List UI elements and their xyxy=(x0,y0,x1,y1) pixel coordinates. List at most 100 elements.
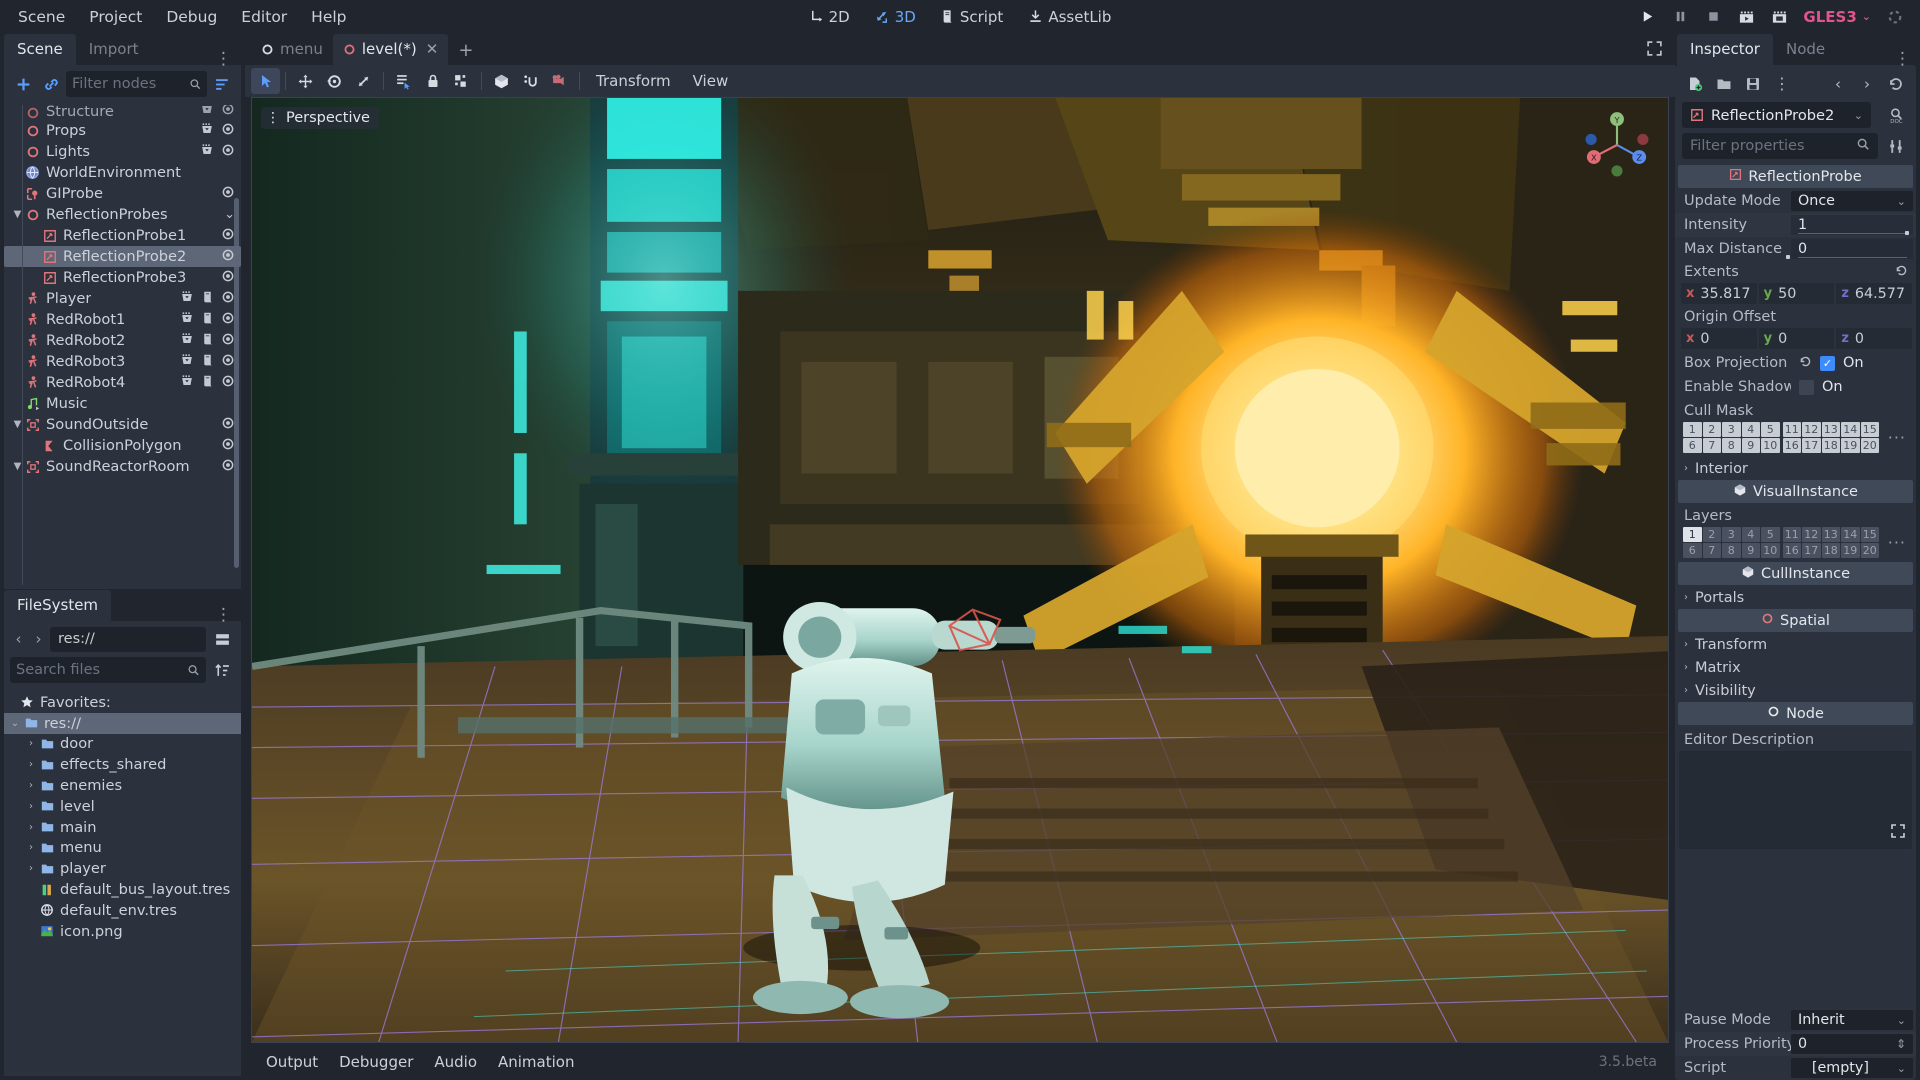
tab-scene[interactable]: Scene xyxy=(4,34,76,65)
mask-cell-20[interactable]: 20 xyxy=(1860,543,1879,558)
tree-options-button[interactable] xyxy=(209,71,235,97)
filesystem-item[interactable]: › level xyxy=(4,796,241,817)
filesystem-item[interactable]: › main xyxy=(4,817,241,838)
group-button[interactable] xyxy=(200,105,214,120)
vector-z-field[interactable]: z 64.577 xyxy=(1836,283,1913,304)
inspector-back-button[interactable]: ‹ xyxy=(1825,71,1851,96)
bottom-tab-animation[interactable]: Animation xyxy=(489,1048,583,1076)
filesystem-item[interactable]: default_env.tres xyxy=(4,900,241,921)
filesystem-tree[interactable]: Favorites: ⌄ res:// › door › effects_shared › en… xyxy=(4,689,241,1076)
vector-y-field[interactable]: y 50 xyxy=(1758,283,1835,304)
slider-track[interactable] xyxy=(1798,232,1907,234)
group-button[interactable] xyxy=(180,290,194,308)
mask-overflow-button[interactable]: ··· xyxy=(1888,533,1912,552)
filesystem-dock-menu-button[interactable]: ⋮ xyxy=(215,607,241,624)
scene-tree-item[interactable]: RedRobot4 xyxy=(4,372,241,393)
filesystem-item[interactable]: › door xyxy=(4,734,241,755)
mask-cell-14[interactable]: 14 xyxy=(1841,527,1860,542)
mask-cell-14[interactable]: 14 xyxy=(1841,422,1860,437)
visibility-toggle-button[interactable] xyxy=(221,143,235,161)
mask-cell-13[interactable]: 13 xyxy=(1821,422,1840,437)
mask-cell-20[interactable]: 20 xyxy=(1860,438,1879,453)
tab-filesystem[interactable]: FileSystem xyxy=(4,590,112,621)
group-button[interactable] xyxy=(447,68,476,94)
move-mode-button[interactable] xyxy=(291,68,320,94)
new-resource-button[interactable] xyxy=(1682,71,1708,96)
expand-arrow-icon[interactable]: › xyxy=(24,822,38,833)
expand-arrow-icon[interactable]: › xyxy=(24,863,38,874)
visibility-toggle-button[interactable] xyxy=(221,458,235,476)
mask-cell-17[interactable]: 17 xyxy=(1802,543,1821,558)
pause-button[interactable] xyxy=(1665,4,1695,30)
scene-tree-item[interactable]: GIProbe xyxy=(4,183,241,204)
mask-cell-17[interactable]: 17 xyxy=(1802,438,1821,453)
property-expandable-row[interactable]: › Matrix xyxy=(1675,656,1916,679)
fs-sort-button[interactable] xyxy=(209,657,235,683)
play-custom-scene-button[interactable] xyxy=(1764,4,1794,30)
menu-debug[interactable]: Debug xyxy=(154,4,229,30)
mask-cell-7[interactable]: 7 xyxy=(1702,543,1721,558)
slider-knob[interactable] xyxy=(1904,231,1909,235)
mask-cell-9[interactable]: 9 xyxy=(1741,438,1760,453)
scene-tree-item[interactable]: ReflectionProbe1 xyxy=(4,225,241,246)
filesystem-item[interactable]: › effects_shared xyxy=(4,754,241,775)
mask-cell-5[interactable]: 5 xyxy=(1761,527,1780,542)
transform-menu-button[interactable]: Transform xyxy=(585,69,682,93)
use-local-space-button[interactable] xyxy=(487,68,516,94)
inspector-selected-node[interactable]: ReflectionProbe2 ⌄ xyxy=(1682,102,1871,128)
expand-arrow-icon[interactable]: › xyxy=(24,780,38,791)
property-value-dropdown[interactable]: [empty] ⌄ xyxy=(1791,1058,1913,1078)
filter-nodes-input[interactable] xyxy=(72,76,185,92)
inspector-properties[interactable]: ReflectionProbe Update Mode Once ⌄ Intensity… xyxy=(1675,165,1916,1004)
scene-filter-box[interactable] xyxy=(66,71,207,97)
inspector-forward-button[interactable]: › xyxy=(1854,71,1880,96)
scene-tree-item[interactable]: ▼ SoundReactorRoom xyxy=(4,456,241,477)
property-value-slider[interactable]: 1 xyxy=(1791,215,1913,235)
mask-cell-12[interactable]: 12 xyxy=(1802,422,1821,437)
fs-split-toggle-button[interactable] xyxy=(209,626,235,652)
mode-assetlib-button[interactable]: AssetLib xyxy=(1019,5,1120,29)
expand-arrow-icon[interactable]: › xyxy=(24,801,38,812)
mask-cell-7[interactable]: 7 xyxy=(1702,438,1721,453)
mask-cell-2[interactable]: 2 xyxy=(1702,527,1721,542)
viewport-perspective-label[interactable]: ⋮ Perspective xyxy=(261,107,379,129)
expand-arrow-icon[interactable]: ⌄ xyxy=(8,718,22,729)
property-value-spin[interactable]: 0 ⇕ xyxy=(1791,1034,1913,1054)
mask-cell-6[interactable]: 6 xyxy=(1683,543,1702,558)
mode-2d-button[interactable]: 2D xyxy=(800,5,859,29)
add-scene-tab-button[interactable]: + xyxy=(448,36,483,65)
menu-help[interactable]: Help xyxy=(299,4,358,30)
checkbox[interactable] xyxy=(1820,355,1835,371)
scene-tree-item[interactable]: ReflectionProbe2 xyxy=(4,246,241,267)
property-expandable-row[interactable]: › Transform xyxy=(1675,633,1916,656)
group-button[interactable] xyxy=(180,332,194,350)
group-button[interactable] xyxy=(200,122,214,140)
property-expandable-row[interactable]: › Interior xyxy=(1675,457,1916,480)
open-docs-button[interactable]: DOC xyxy=(1883,103,1909,128)
group-button[interactable] xyxy=(180,353,194,371)
search-files-input[interactable] xyxy=(16,662,184,678)
vector-x-field[interactable]: x0 xyxy=(1681,328,1757,349)
distraction-free-button[interactable] xyxy=(1634,36,1675,65)
script-button[interactable] xyxy=(201,332,214,350)
camera-preview-button[interactable] xyxy=(545,68,574,94)
mask-cell-18[interactable]: 18 xyxy=(1821,438,1840,453)
list-select-button[interactable] xyxy=(389,68,418,94)
group-button[interactable] xyxy=(180,374,194,392)
expand-arrow-icon[interactable]: › xyxy=(24,759,38,770)
description-textarea[interactable] xyxy=(1679,751,1912,849)
tab-node[interactable]: Node xyxy=(1773,34,1838,65)
close-icon[interactable]: ✕ xyxy=(426,40,439,58)
expand-arrow-icon[interactable]: › xyxy=(1684,463,1688,474)
visibility-toggle-button[interactable] xyxy=(221,269,235,287)
scene-tree[interactable]: Structure Props Lights WorldEnvironment GIPr… xyxy=(4,103,241,589)
stop-button[interactable] xyxy=(1698,4,1728,30)
mask-cell-18[interactable]: 18 xyxy=(1821,543,1840,558)
save-resource-button[interactable] xyxy=(1740,71,1766,96)
play-scene-button[interactable] xyxy=(1731,4,1761,30)
menu-project[interactable]: Project xyxy=(77,4,154,30)
vector-y-field[interactable]: y0 xyxy=(1758,328,1835,349)
mask-cell-19[interactable]: 19 xyxy=(1841,438,1860,453)
scene-tree-item[interactable]: ▼ SoundOutside xyxy=(4,414,241,435)
mask-cell-1[interactable]: 1 xyxy=(1683,527,1702,542)
